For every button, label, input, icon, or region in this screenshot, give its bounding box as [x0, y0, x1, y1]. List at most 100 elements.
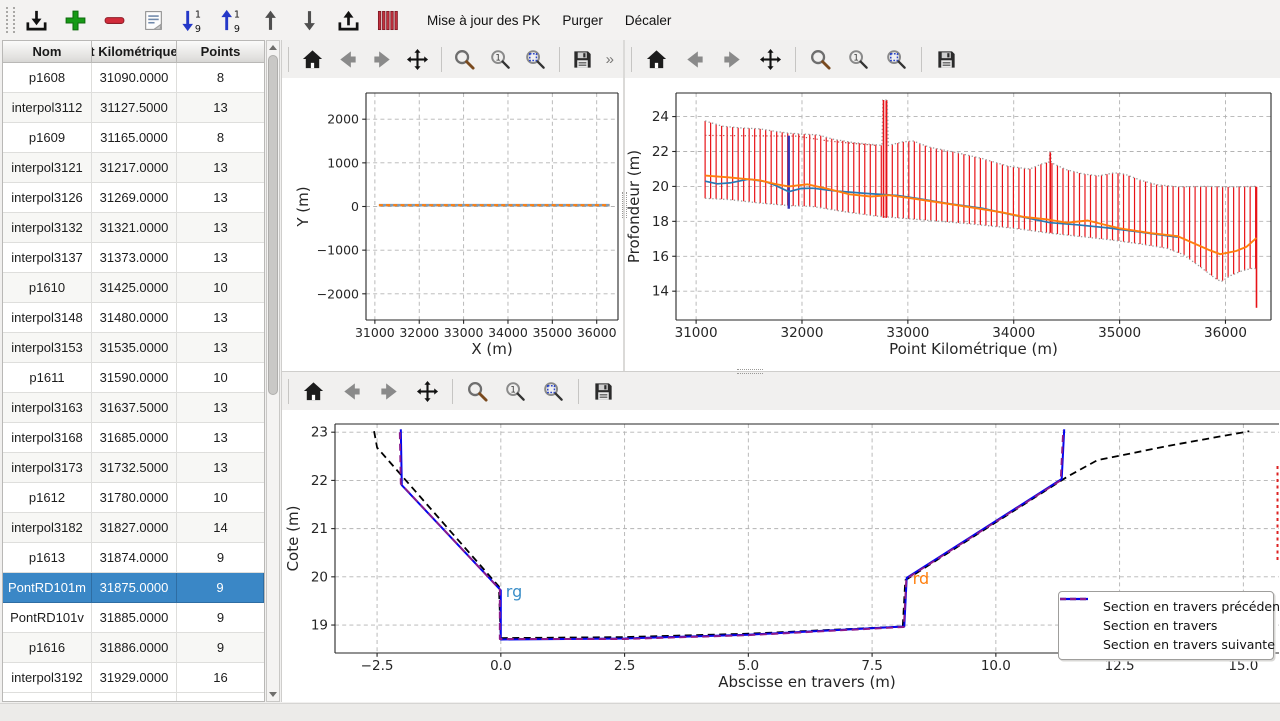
svg-text:−2000: −2000	[317, 286, 359, 301]
shift-button[interactable]: Décaler	[614, 7, 683, 34]
sections-button[interactable]	[372, 5, 402, 35]
series-section-courante	[401, 429, 1064, 639]
table-row-interpol3182[interactable]: interpol318231827.000014	[3, 513, 264, 543]
sort-asc-button[interactable]: 19	[216, 5, 246, 35]
toolbar-separator	[452, 379, 453, 404]
zoom-button[interactable]	[453, 46, 477, 73]
column-header-points[interactable]: Points	[177, 41, 264, 62]
scrollbar-down-arrow[interactable]	[267, 688, 279, 701]
table-row-p1616[interactable]: p161631886.00009	[3, 633, 264, 663]
cell-points: 9	[177, 543, 264, 572]
back-button[interactable]	[681, 46, 708, 73]
table-row-interpol3168[interactable]: interpol316831685.000013	[3, 423, 264, 453]
save-button[interactable]	[590, 378, 617, 405]
table-row-p1612[interactable]: p161231780.000010	[3, 483, 264, 513]
purge-button[interactable]: Purger	[551, 7, 614, 34]
note-button[interactable]	[138, 5, 168, 35]
table-row-p1611[interactable]: p161131590.000010	[3, 363, 264, 393]
import-button[interactable]	[21, 5, 51, 35]
horizontal-splitter-grip[interactable]	[737, 369, 763, 374]
table-header[interactable]: Nomt KilométriquePoints	[3, 41, 264, 63]
add-icon	[63, 8, 88, 33]
table-row-interpol3163[interactable]: interpol316331637.500013	[3, 393, 264, 423]
sort-desc-button[interactable]: 19	[177, 5, 207, 35]
export-button[interactable]	[333, 5, 363, 35]
table-row-interpol3153[interactable]: interpol315331535.000013	[3, 333, 264, 363]
down-button[interactable]	[294, 5, 324, 35]
chart-legend: Section en travers précédenteSection en …	[1058, 591, 1274, 660]
cell-points: 13	[177, 183, 264, 212]
table-row-p1610[interactable]: p161031425.000010	[3, 273, 264, 303]
plan-chart[interactable]: 310003200033000340003500036000−2000−1000…	[282, 78, 623, 371]
section-figure-canvas[interactable]: rgrd−2.50.02.55.07.510.012.515.019202122…	[282, 410, 1280, 702]
column-header-pk[interactable]: t Kilométrique	[92, 41, 177, 62]
cell-points: 14	[177, 513, 264, 542]
cell-points: 13	[177, 393, 264, 422]
back-icon	[340, 380, 363, 403]
vertical-splitter-grip[interactable]	[622, 192, 627, 218]
save-button[interactable]	[570, 46, 594, 73]
zoom-one-button[interactable]: 1	[502, 378, 529, 405]
add-button[interactable]	[60, 5, 90, 35]
forward-button[interactable]	[370, 46, 394, 73]
toolbar-overflow-chevron[interactable]: »	[606, 51, 623, 68]
zoom-one-icon: 1	[504, 380, 527, 403]
table-row-p1613[interactable]: p161331874.00009	[3, 543, 264, 573]
remove-button[interactable]	[99, 5, 129, 35]
table-row-interpol3137[interactable]: interpol313731373.000013	[3, 243, 264, 273]
table-row-interpol3132[interactable]: interpol313231321.000013	[3, 213, 264, 243]
table-row-interpol3148[interactable]: interpol314831480.000013	[3, 303, 264, 333]
cell-points: 9	[177, 603, 264, 632]
table-row-interpol3126[interactable]: interpol312631269.000013	[3, 183, 264, 213]
zoom-region-button[interactable]	[540, 378, 567, 405]
table-row-p1608[interactable]: p160831090.00008	[3, 63, 264, 93]
toolbar-grip[interactable]	[6, 7, 15, 33]
scrollbar-handle[interactable]	[268, 55, 278, 395]
column-header-nom[interactable]: Nom	[3, 41, 92, 62]
profile-chart[interactable]: 3100032000330003400035000360001416182022…	[625, 78, 1280, 371]
pan-button[interactable]	[414, 378, 441, 405]
back-button[interactable]	[338, 378, 365, 405]
cell-nom: interpol3173	[3, 453, 92, 482]
svg-text:31000: 31000	[355, 325, 395, 340]
cell-pk: 31590.0000	[92, 363, 177, 392]
scrollbar-up-arrow[interactable]	[267, 41, 279, 54]
forward-button[interactable]	[719, 46, 746, 73]
zoom-region-button[interactable]	[883, 46, 910, 73]
table-row-interpol3173[interactable]: interpol317331732.500013	[3, 453, 264, 483]
svg-text:21: 21	[311, 521, 328, 537]
table-row-PontRD101m[interactable]: PontRD101m31875.00009	[3, 573, 264, 603]
plan-figure-canvas[interactable]: 310003200033000340003500036000−2000−1000…	[282, 78, 623, 371]
legend-entry: Section en travers	[1066, 616, 1265, 635]
figure-divider-horizontal[interactable]	[282, 371, 1280, 372]
envelope-top-secondary	[705, 135, 876, 145]
svg-text:1: 1	[194, 9, 200, 20]
zoom-one-button[interactable]: 1	[845, 46, 872, 73]
zoom-one-button[interactable]: 1	[488, 46, 512, 73]
home-button[interactable]	[300, 46, 324, 73]
zoom-button[interactable]	[807, 46, 834, 73]
home-button[interactable]	[643, 46, 670, 73]
table-row-interpol3192[interactable]: interpol319231929.000016	[3, 663, 264, 693]
table-scrollbar[interactable]	[266, 40, 280, 702]
up-button[interactable]	[255, 5, 285, 35]
save-button[interactable]	[933, 46, 960, 73]
cell-nom: PontRD101m	[3, 573, 92, 602]
cell-pk: 31373.0000	[92, 243, 177, 272]
table-row-interpol3121[interactable]: interpol312131217.000013	[3, 153, 264, 183]
table-row-PontRD101v[interactable]: PontRD101v31885.00009	[3, 603, 264, 633]
svg-text:14: 14	[652, 284, 669, 300]
home-button[interactable]	[300, 378, 327, 405]
update-pk-button[interactable]: Mise à jour des PK	[416, 7, 551, 34]
zoom-region-button[interactable]	[523, 46, 547, 73]
pan-button[interactable]	[406, 46, 430, 73]
export-icon	[336, 8, 361, 33]
table-row-interpol3112[interactable]: interpol311231127.500013	[3, 93, 264, 123]
bank-label-rd: rd	[913, 569, 929, 588]
pan-button[interactable]	[757, 46, 784, 73]
forward-button[interactable]	[376, 378, 403, 405]
profile-figure-canvas[interactable]: 3100032000330003400035000360001416182022…	[625, 78, 1280, 371]
back-button[interactable]	[335, 46, 359, 73]
table-row-p1609[interactable]: p160931165.00008	[3, 123, 264, 153]
zoom-button[interactable]	[464, 378, 491, 405]
